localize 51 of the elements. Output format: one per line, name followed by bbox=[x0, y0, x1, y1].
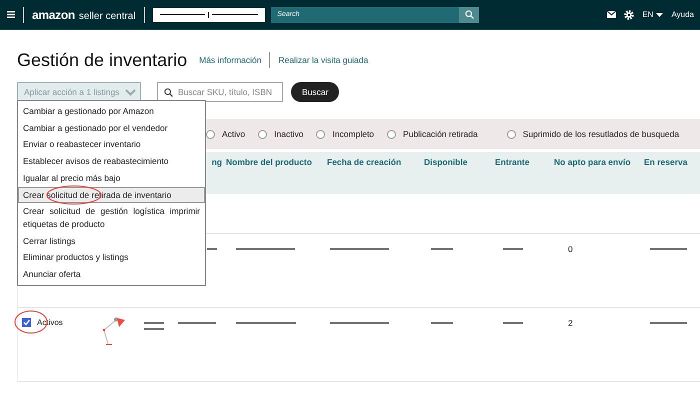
search-button[interactable]: Buscar bbox=[291, 82, 340, 102]
placeholder-line bbox=[236, 322, 296, 324]
menu-item[interactable]: Enviar o reabastecer inventario bbox=[18, 136, 205, 154]
placeholder-line bbox=[650, 248, 687, 250]
chevron-icon bbox=[125, 88, 136, 96]
page-title: Gestión de inventario bbox=[17, 50, 188, 70]
help-link[interactable]: Ayuda bbox=[671, 10, 694, 19]
menu-item[interactable]: Crear solicitud de gestión logística imprimir etiquetas de producto bbox=[18, 203, 205, 233]
menu-item[interactable]: Cambiar a gestionado por el vendedor bbox=[18, 120, 205, 136]
filter-radio[interactable]: Suprimido de los resutlados de busqueda bbox=[506, 129, 680, 139]
menu-item[interactable]: Anunciar oferta bbox=[18, 266, 205, 283]
placeholder-line bbox=[236, 248, 295, 250]
menu-item[interactable]: Eliminar productos y listings bbox=[18, 249, 205, 266]
column-header[interactable]: Disponible bbox=[420, 157, 491, 167]
settings-icon[interactable] bbox=[624, 10, 634, 20]
mail-icon[interactable] bbox=[607, 11, 616, 18]
column-header[interactable]: En reserva bbox=[640, 157, 700, 167]
placeholder-line bbox=[503, 322, 523, 324]
search-icon bbox=[464, 10, 474, 19]
search-button[interactable] bbox=[459, 6, 480, 22]
placeholder-line bbox=[431, 248, 453, 250]
filter-radio[interactable]: Publicación retirada bbox=[387, 129, 478, 139]
menu-icon[interactable] bbox=[7, 11, 15, 18]
placeholder-line bbox=[503, 248, 523, 250]
menu-item[interactable]: Cerrar listings bbox=[18, 232, 205, 250]
placeholder-line bbox=[431, 322, 453, 324]
placeholder-line bbox=[330, 322, 389, 324]
info-link[interactable]: Más información bbox=[199, 55, 262, 65]
table-cell-text: 0 bbox=[567, 244, 573, 254]
placeholder-line bbox=[330, 248, 389, 250]
checkbox[interactable] bbox=[22, 318, 31, 327]
tour-link[interactable]: Realizar la visita guiada bbox=[278, 55, 368, 65]
placeholder-line bbox=[144, 328, 164, 330]
caret-icon bbox=[656, 12, 664, 16]
column-header[interactable]: Entrante bbox=[491, 157, 550, 167]
menu-item[interactable]: Establecer avisos de reabastecimiento bbox=[18, 153, 205, 170]
menu-item[interactable]: Cambiar a gestionado por Amazon bbox=[18, 103, 205, 120]
search-icon bbox=[164, 88, 173, 96]
placeholder-line bbox=[144, 322, 164, 324]
column-header[interactable]: No apto para envío bbox=[550, 157, 640, 167]
column-header[interactable]: Fecha de creación bbox=[323, 157, 420, 167]
table-cell-text: 2 bbox=[567, 318, 573, 328]
logo-subtitle: seller central bbox=[78, 10, 136, 22]
placeholder-line bbox=[650, 322, 687, 324]
placeholder-line bbox=[178, 322, 216, 324]
menu-item[interactable]: Igualar al precio más bajo bbox=[18, 170, 205, 187]
language-selector[interactable]: EN bbox=[642, 10, 664, 19]
filter-radio[interactable]: Incompleto bbox=[316, 129, 374, 139]
filter-radio[interactable]: Inactivo bbox=[258, 129, 304, 139]
column-header[interactable]: Nombre del producto bbox=[222, 157, 323, 167]
logo[interactable]: amazon bbox=[32, 8, 75, 22]
